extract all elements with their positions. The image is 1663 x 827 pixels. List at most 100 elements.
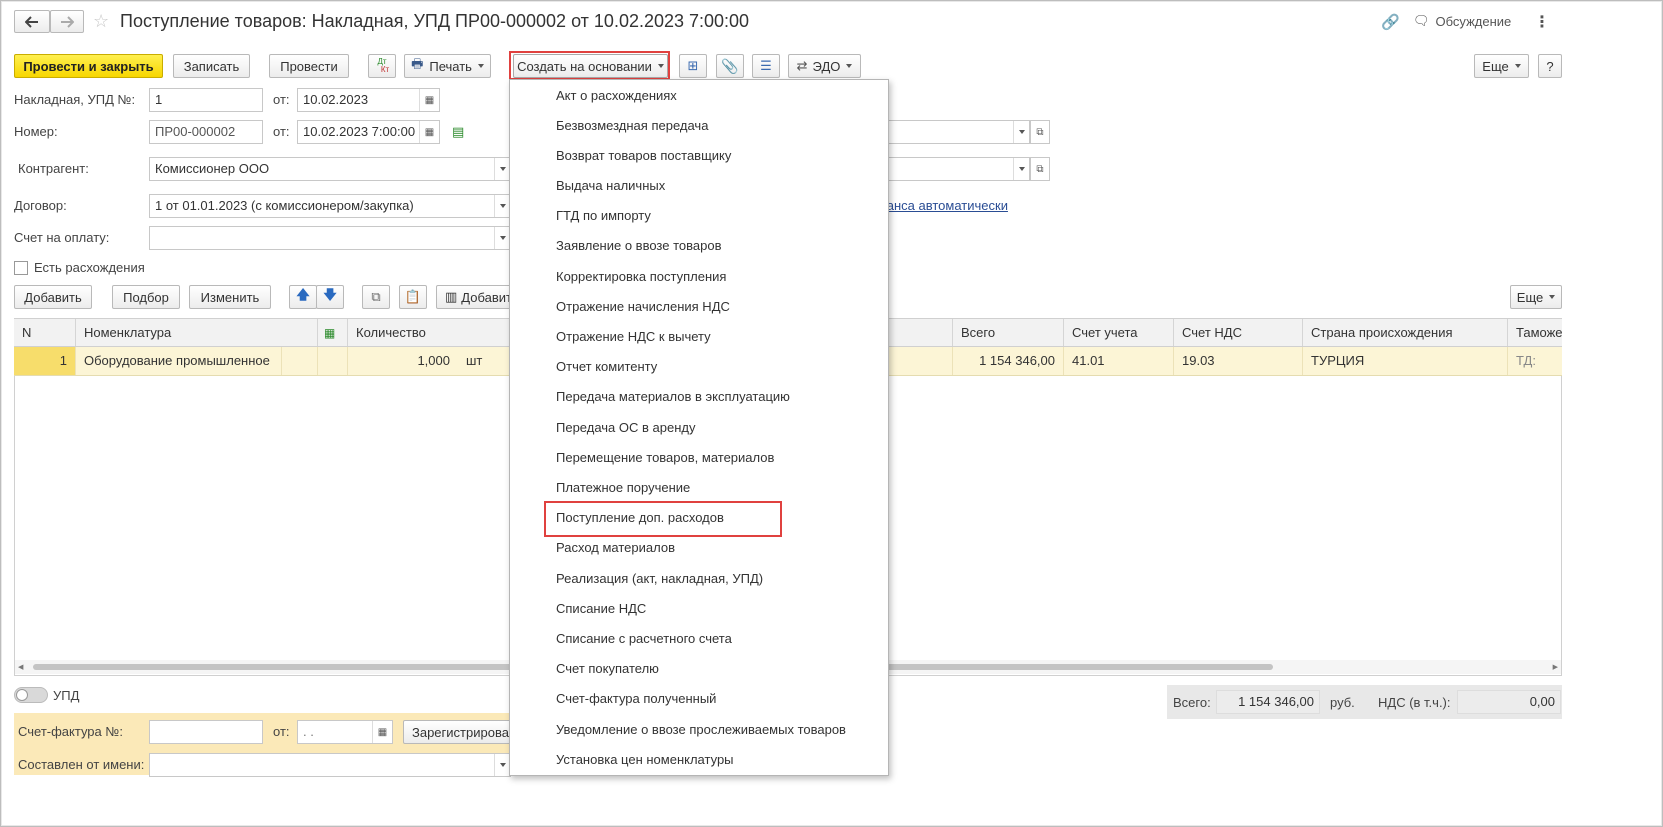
menu-item[interactable]: Выдача наличных [510,171,888,201]
vat-field: 0,00 [1457,690,1561,714]
warehouse-dropdown[interactable] [1013,158,1029,180]
contract-dropdown[interactable] [494,195,510,217]
menu-item[interactable]: Корректировка поступления [510,262,888,292]
counterparty-value: Комиссионер ООО [155,161,270,176]
menu-item[interactable]: Счет-фактура полученный [510,684,888,714]
paste-button[interactable]: 📋 [399,285,427,309]
save-button[interactable]: Записать [173,54,250,78]
chat-icon: 🗨 [1413,13,1430,28]
organization-field[interactable] [880,120,1030,144]
change-button[interactable]: Изменить [189,285,271,309]
move-down-button[interactable]: 🡇 [316,285,344,309]
discrepancy-checkbox[interactable] [14,261,28,275]
paperclip-icon: 📎 [721,57,739,74]
menu-item[interactable]: Уведомление о ввозе прослеживаемых товар… [510,715,888,745]
menu-item[interactable]: Расход материалов [510,533,888,563]
discussion-button[interactable]: 🗨 Обсуждение [1413,13,1511,29]
col-mark[interactable]: ▦ [318,319,348,346]
menu-item[interactable]: Списание с расчетного счета [510,624,888,654]
document-status-icon[interactable]: ▤ [452,124,464,140]
cell-nomenclature: Оборудование промышленное [76,347,282,375]
pick-button[interactable]: Подбор [112,285,180,309]
link-icon[interactable]: 🔗 [1381,13,1400,31]
number-field[interactable]: ПР00-000002 [149,120,263,144]
menu-item[interactable]: Возврат товаров поставщику [510,141,888,171]
payment-dropdown[interactable] [494,227,510,249]
menu-item[interactable]: Счет покупателю [510,654,888,684]
post-close-button[interactable]: Провести и закрыть [14,54,163,78]
issued-field[interactable] [149,753,511,777]
menu-item[interactable]: Отчет комитенту [510,352,888,382]
post-button[interactable]: Провести [269,54,349,78]
invoice-date-field[interactable]: 10.02.2023 ▦ [297,88,440,112]
advance-link[interactable]: ванса автоматически [880,198,1008,213]
arrow-right-icon [61,15,74,28]
print-button[interactable]: 🖶 Печать [404,54,491,78]
organization-dropdown[interactable] [1013,121,1029,143]
counterparty-field[interactable]: Комиссионер ООО [149,157,511,181]
cell-account: 41.01 [1064,347,1174,375]
menu-item[interactable]: Установка цен номенклатуры [510,745,888,775]
calendar-icon[interactable]: ▦ [419,89,439,111]
arrow-up-icon: 🡅 [296,287,310,302]
scroll-left-icon[interactable]: ◀ [18,663,23,671]
more-button[interactable]: Еще [1474,54,1529,78]
menu-item[interactable]: Безвозмездная передача [510,111,888,141]
scroll-right-icon[interactable]: ▶ [1553,663,1558,671]
window-menu-icon[interactable]: ⋮ [1534,12,1550,32]
copy-button[interactable]: ⧉ [362,285,390,309]
counterparty-dropdown[interactable] [494,158,510,180]
menu-item[interactable]: ГТД по импорту [510,201,888,231]
col-account[interactable]: Счет учета [1064,319,1174,346]
favorite-star-icon[interactable]: ☆ [93,11,109,32]
menu-item[interactable]: Списание НДС [510,594,888,624]
payment-field[interactable] [149,226,511,250]
register-button[interactable]: Зарегистрирова [403,720,514,744]
menu-item[interactable]: Передача материалов в эксплуатацию [510,382,888,412]
invoice-footer-number-field[interactable] [149,720,263,744]
number-date-field[interactable]: 10.02.2023 7:00:00 ▦ [297,120,440,144]
col-vat-account[interactable]: Счет НДС [1174,319,1303,346]
cell-vat-account: 19.03 [1174,347,1303,375]
col-nomenclature[interactable]: Номенклатура [76,319,318,346]
menu-item[interactable]: Перемещение товаров, материалов [510,443,888,473]
menu-item[interactable]: Платежное поручение [510,473,888,503]
back-button[interactable] [14,10,50,33]
attach-button[interactable]: 📎 [716,54,744,78]
edo-icon: ⇄ [796,58,808,73]
menu-item[interactable]: Акт о расхождениях [510,81,888,111]
invoice-footer-date-field[interactable]: . . ▦ [297,720,393,744]
calendar-icon[interactable]: ▦ [419,121,439,143]
issued-dropdown[interactable] [494,754,510,776]
copy-icon: ⧉ [371,289,381,304]
list-button[interactable]: ☰ [752,54,780,78]
contract-value: 1 от 01.01.2023 (с комиссионером/закупка… [155,198,414,213]
edo-button[interactable]: ⇄ ЭДО [788,54,861,78]
add-row-button[interactable]: Добавить [14,285,92,309]
col-country[interactable]: Страна происхождения [1303,319,1508,346]
organization-open-icon[interactable]: ⧉ [1030,120,1050,144]
menu-item[interactable]: Заявление о ввозе товаров [510,231,888,261]
add-barcode-button[interactable]: ▥ Добавит [436,285,514,309]
structure-button[interactable]: ⊞ [679,54,707,78]
calendar-icon[interactable]: ▦ [372,721,392,743]
col-customs[interactable]: Таможен [1508,319,1562,346]
menu-item[interactable]: Отражение начисления НДС [510,292,888,322]
move-up-button[interactable]: 🡅 [289,285,317,309]
menu-item[interactable]: Передача ОС в аренду [510,413,888,443]
contract-field[interactable]: 1 от 01.01.2023 (с комиссионером/закупка… [149,194,511,218]
warehouse-open-icon[interactable]: ⧉ [1030,157,1050,181]
forward-button[interactable] [50,10,84,33]
help-button[interactable]: ? [1538,54,1562,78]
invoice-label: Накладная, УПД №: [14,92,136,107]
warehouse-field[interactable] [880,157,1030,181]
table-more-button[interactable]: Еще [1510,285,1562,309]
dtkt-button[interactable]: Дт Кт [368,54,396,78]
menu-item[interactable]: Отражение НДС к вычету [510,322,888,352]
col-n[interactable]: N [14,319,76,346]
upd-toggle[interactable] [14,687,48,703]
menu-item[interactable]: Реализация (акт, накладная, УПД) [510,564,888,594]
col-total[interactable]: Всего [953,319,1064,346]
invoice-number-field[interactable]: 1 [149,88,263,112]
invoice-from-label: от: [273,92,290,107]
